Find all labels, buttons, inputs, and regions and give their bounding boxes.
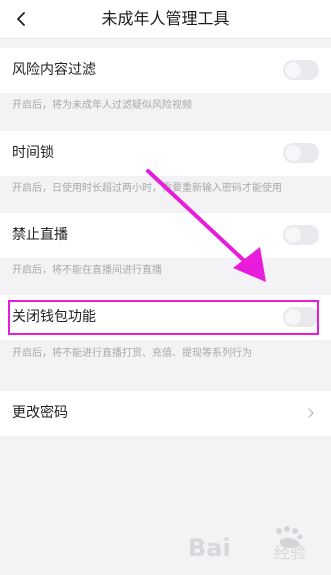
annotation-arrow-icon (146, 169, 266, 282)
svg-text:Bai: Bai (188, 534, 231, 562)
svg-text:经验: 经验 (274, 543, 306, 562)
baidu-jingyan-watermark: Bai 经验 (188, 526, 306, 562)
